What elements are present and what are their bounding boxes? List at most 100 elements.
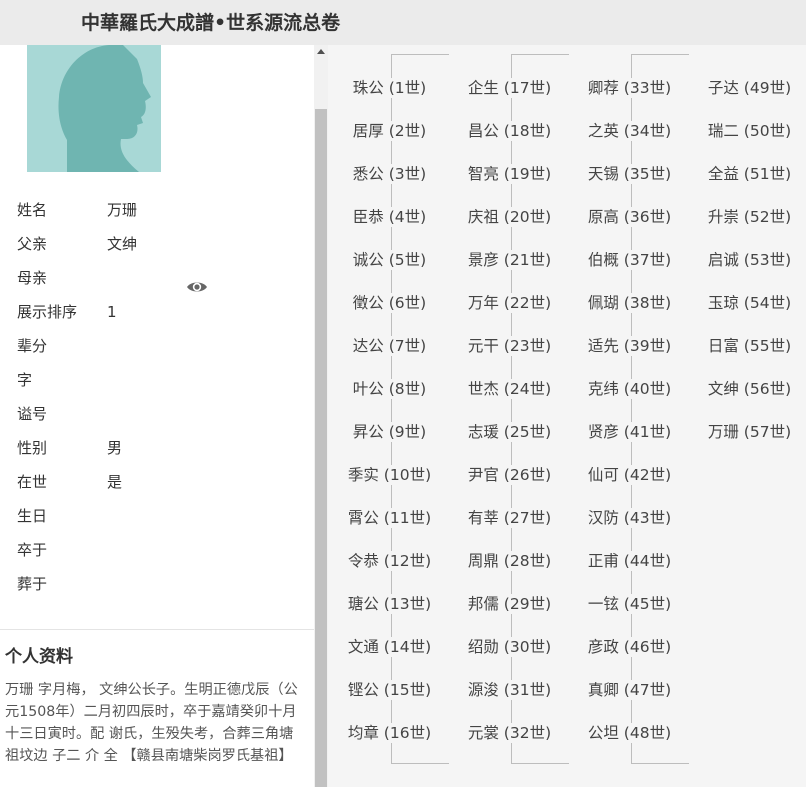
generation-link[interactable]: 真卿 (47世) [570, 680, 689, 700]
generation-name: 克纬 (40世) [586, 379, 673, 399]
generation-name: 企生 (17世) [466, 78, 553, 98]
generation-link[interactable]: 元干 (23世) [450, 336, 569, 356]
generation-link[interactable]: 一铉 (45世) [570, 594, 689, 614]
generation-link[interactable]: 日富 (55世) [690, 336, 806, 356]
generation-link[interactable]: 万珊 (57世) [690, 422, 806, 442]
generation-name: 升崇 (52世) [706, 207, 793, 227]
generation-name: 霄公 (11世) [346, 508, 433, 528]
scroll-up-arrow-icon[interactable] [317, 49, 325, 54]
generation-name: 尹官 (26世) [466, 465, 553, 485]
generation-link[interactable]: 铿公 (15世) [330, 680, 449, 700]
generation-link[interactable]: 尹官 (26世) [450, 465, 569, 485]
generation-link[interactable]: 令恭 (12世) [330, 551, 449, 571]
scrollbar[interactable] [314, 45, 328, 787]
generation-link[interactable]: 周鼎 (28世) [450, 551, 569, 571]
generation-link[interactable]: 文绅 (56世) [690, 379, 806, 399]
generation-link[interactable]: 徵公 (6世) [330, 293, 449, 313]
generation-link[interactable]: 邦儒 (29世) [450, 594, 569, 614]
generation-name: 居厚 (2世) [351, 121, 428, 141]
generation-link[interactable]: 之英 (34世) [570, 121, 689, 141]
generation-link[interactable]: 升崇 (52世) [690, 207, 806, 227]
generation-name: 叶公 (8世) [351, 379, 428, 399]
generation-link[interactable]: 昇公 (9世) [330, 422, 449, 442]
generation-link[interactable]: 季实 (10世) [330, 465, 449, 485]
tree-connector [631, 763, 689, 764]
generation-link[interactable]: 天锡 (35世) [570, 164, 689, 184]
field-label: 性别 [17, 439, 48, 457]
generation-link[interactable]: 正甫 (44世) [570, 551, 689, 571]
generation-link[interactable]: 均章 (16世) [330, 723, 449, 743]
generation-link[interactable]: 昌公 (18世) [450, 121, 569, 141]
generation-link[interactable]: 绍勋 (30世) [450, 637, 569, 657]
generation-link[interactable]: 有莘 (27世) [450, 508, 569, 528]
generation-name: 绍勋 (30世) [466, 637, 553, 657]
profile-panel: 姓名 万珊 父亲 文绅 母亲 展示排序 1 辈分字谥号 性别 男在世 是生日 卒于 葬于 个人资料 万珊… [0, 45, 314, 787]
generation-link[interactable]: 仙可 (42世) [570, 465, 689, 485]
generation-link[interactable]: 居厚 (2世) [330, 121, 449, 141]
generation-link[interactable]: 元裳 (32世) [450, 723, 569, 743]
generation-name: 正甫 (44世) [586, 551, 673, 571]
generation-link[interactable]: 汉防 (43世) [570, 508, 689, 528]
bio-heading: 个人资料 [5, 647, 73, 667]
generation-link[interactable]: 叶公 (8世) [330, 379, 449, 399]
generation-link[interactable]: 启诚 (53世) [690, 250, 806, 270]
generation-link[interactable]: 源浚 (31世) [450, 680, 569, 700]
eye-icon[interactable] [186, 279, 208, 295]
generation-link[interactable]: 霄公 (11世) [330, 508, 449, 528]
field-value: 是 [107, 473, 123, 491]
generation-name: 汉防 (43世) [586, 508, 673, 528]
field-label: 生日 [17, 507, 48, 525]
generation-link[interactable]: 克纬 (40世) [570, 379, 689, 399]
field-label: 谥号 [17, 405, 48, 423]
generation-name: 原高 (36世) [586, 207, 673, 227]
generation-name: 元裳 (32世) [466, 723, 553, 743]
field-label: 展示排序 [17, 303, 78, 321]
generation-name: 世杰 (24世) [466, 379, 553, 399]
generation-link[interactable]: 子达 (49世) [690, 78, 806, 98]
generation-link[interactable]: 景彦 (21世) [450, 250, 569, 270]
generation-link[interactable]: 瑭公 (13世) [330, 594, 449, 614]
generation-link[interactable]: 诚公 (5世) [330, 250, 449, 270]
generation-link[interactable]: 伯概 (37世) [570, 250, 689, 270]
generation-link[interactable]: 珠公 (1世) [330, 78, 449, 98]
generation-link[interactable]: 公坦 (48世) [570, 723, 689, 743]
generation-name: 景彦 (21世) [466, 250, 553, 270]
tree-connector [391, 54, 449, 55]
generation-name: 悉公 (3世) [351, 164, 428, 184]
generation-link[interactable]: 贤彦 (41世) [570, 422, 689, 442]
generation-name: 万珊 (57世) [706, 422, 793, 442]
tree-connector [631, 54, 689, 55]
field-label: 卒于 [17, 541, 48, 559]
generation-link[interactable]: 企生 (17世) [450, 78, 569, 98]
generation-link[interactable]: 瑞二 (50世) [690, 121, 806, 141]
generation-link[interactable]: 文通 (14世) [330, 637, 449, 657]
generation-name: 徵公 (6世) [351, 293, 428, 313]
generation-link[interactable]: 臣恭 (4世) [330, 207, 449, 227]
generation-link[interactable]: 玉琼 (54世) [690, 293, 806, 313]
generation-link[interactable]: 彦政 (46世) [570, 637, 689, 657]
generation-name: 源浚 (31世) [466, 680, 553, 700]
generation-link[interactable]: 卿荐 (33世) [570, 78, 689, 98]
generation-name: 一铉 (45世) [586, 594, 673, 614]
generation-name: 日富 (55世) [706, 336, 793, 356]
generation-link[interactable]: 适先 (39世) [570, 336, 689, 356]
generation-link[interactable]: 原高 (36世) [570, 207, 689, 227]
generation-link[interactable]: 佩瑚 (38世) [570, 293, 689, 313]
tree-connector [511, 763, 569, 764]
tree-connector [631, 54, 632, 764]
generation-name: 周鼎 (28世) [466, 551, 553, 571]
generation-link[interactable]: 智亮 (19世) [450, 164, 569, 184]
generation-name: 贤彦 (41世) [586, 422, 673, 442]
field-value: 万珊 [107, 201, 138, 219]
generation-link[interactable]: 万年 (22世) [450, 293, 569, 313]
generation-link[interactable]: 志瑗 (25世) [450, 422, 569, 442]
generation-link[interactable]: 世杰 (24世) [450, 379, 569, 399]
scroll-thumb[interactable] [315, 109, 327, 787]
generation-name: 智亮 (19世) [466, 164, 553, 184]
tree-connector [391, 54, 392, 764]
generation-link[interactable]: 庆祖 (20世) [450, 207, 569, 227]
generation-link[interactable]: 全益 (51世) [690, 164, 806, 184]
generation-name: 邦儒 (29世) [466, 594, 553, 614]
generation-link[interactable]: 悉公 (3世) [330, 164, 449, 184]
generation-link[interactable]: 达公 (7世) [330, 336, 449, 356]
